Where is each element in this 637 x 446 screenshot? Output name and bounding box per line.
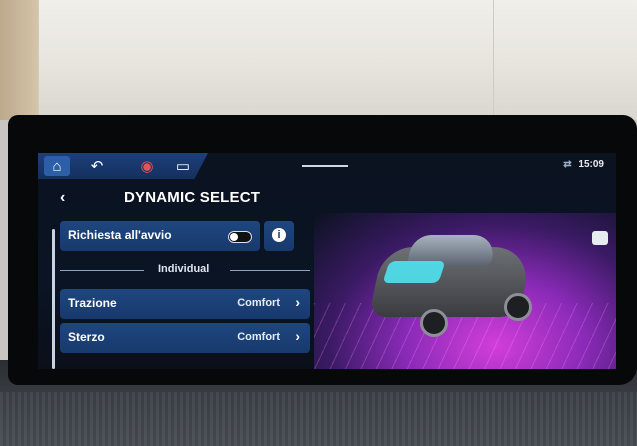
back-arrow-icon[interactable]: ‹ xyxy=(60,189,65,207)
steering-value: Comfort xyxy=(237,331,280,343)
car-wheel xyxy=(504,293,532,321)
clock: 15:09 xyxy=(578,159,604,170)
traction-row[interactable]: Trazione Comfort › xyxy=(60,289,310,319)
car-visualization xyxy=(314,213,616,369)
toggle-knob xyxy=(230,233,238,241)
status-area: ⇄ 15:09 xyxy=(563,159,604,170)
background-wall xyxy=(0,0,637,120)
steering-row[interactable]: Sterzo Comfort › xyxy=(60,323,310,353)
top-bar: ⌂ ↶ ◉ ▭ ⇄ 15:09 xyxy=(38,153,616,179)
title-row: ‹ DYNAMIC SELECT xyxy=(38,185,338,209)
section-label: Individual xyxy=(158,263,210,275)
traction-label: Trazione xyxy=(68,296,117,310)
wall-panel xyxy=(493,0,637,120)
settings-panel: Richiesta all'avvio i Individual Trazion… xyxy=(48,219,312,369)
scrollbar[interactable] xyxy=(52,229,55,369)
back-icon[interactable]: ↶ xyxy=(84,156,110,176)
info-button[interactable]: i xyxy=(264,221,294,251)
signal-icon: ⇄ xyxy=(563,159,572,170)
seat-icon[interactable] xyxy=(592,231,608,245)
chevron-right-icon: › xyxy=(295,328,300,344)
divider-line xyxy=(230,270,310,271)
dynamic-select-icon[interactable]: ◉ xyxy=(134,156,160,176)
home-icon[interactable]: ⌂ xyxy=(44,156,70,176)
steering-label: Sterzo xyxy=(68,330,105,344)
traction-value: Comfort xyxy=(237,297,280,309)
car-hood-highlight xyxy=(382,261,446,283)
divider-line xyxy=(60,270,144,271)
page-title: DYNAMIC SELECT xyxy=(124,189,261,206)
dashboard-grill xyxy=(0,392,637,446)
startup-request-toggle[interactable] xyxy=(228,231,252,243)
infotainment-screen: ⌂ ↶ ◉ ▭ ⇄ 15:09 ‹ DYNAMIC SELECT Richies… xyxy=(38,153,616,369)
startup-request-label: Richiesta all'avvio xyxy=(68,228,172,242)
wall-trim xyxy=(0,0,38,120)
section-divider: Individual xyxy=(60,263,310,277)
drawer-handle[interactable] xyxy=(302,165,348,167)
info-icon: i xyxy=(272,228,286,242)
startup-request-row[interactable]: Richiesta all'avvio xyxy=(60,221,260,251)
car-wheel xyxy=(420,309,448,337)
car-icon[interactable]: ▭ xyxy=(170,156,196,176)
wall-panel xyxy=(38,0,494,120)
chevron-right-icon: › xyxy=(295,294,300,310)
